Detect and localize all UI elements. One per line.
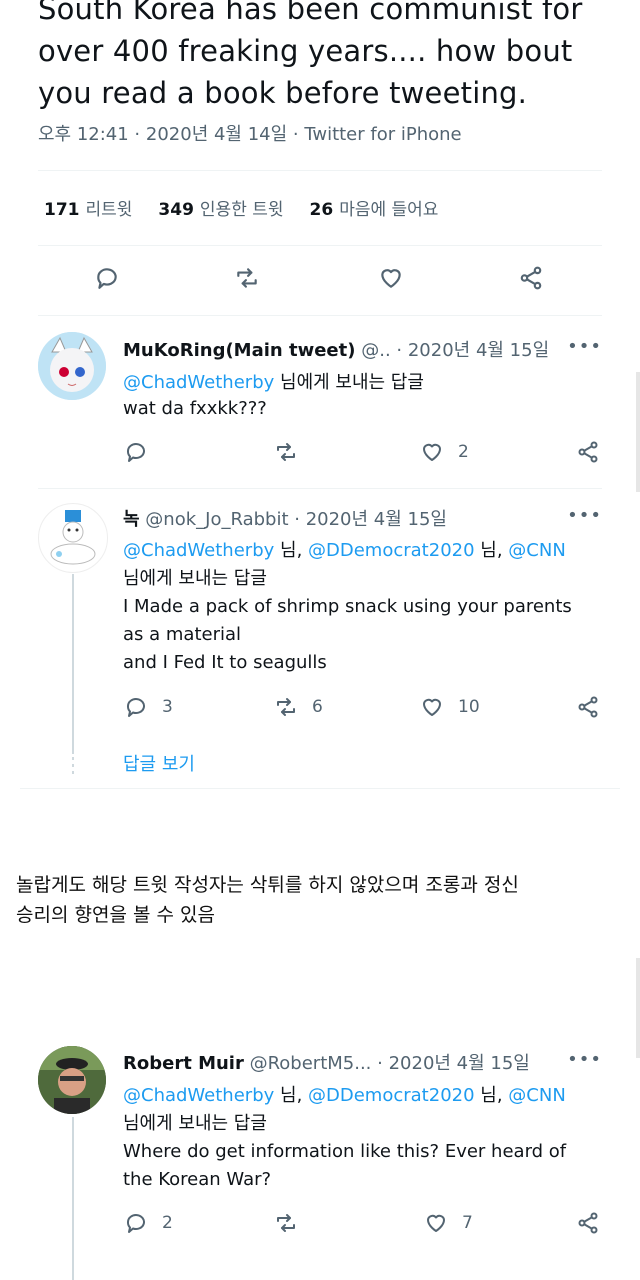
share-button[interactable] [518,265,544,291]
reply-header: MuKoRing(Main tweet) @.. · 2020년 4월 15일 [123,336,549,362]
retweet-icon [277,443,295,461]
reply-author-name[interactable]: 녹 [123,509,140,530]
retweets-stat[interactable]: 171 리트윗 [44,195,132,220]
like-icon [423,443,441,461]
main-tweet-line: over 400 freaking years.... how bout [38,34,573,68]
main-tweet-actions [94,265,594,305]
share-button[interactable] [576,440,600,464]
mention-link[interactable]: @ChadWetherby [123,372,274,393]
avatar-illustration [50,510,96,565]
like-icon [427,1214,445,1232]
retweet-button[interactable] [234,265,260,291]
divider [38,170,602,171]
reply-to-line: @ChadWetherby 님, @DDemocrat2020 님, @CNN [123,1085,566,1106]
reply-icon [126,1214,145,1233]
show-replies-link[interactable]: 답글 보기 [123,750,195,776]
thread-line [72,574,74,754]
scrollbar-segment [636,958,640,1058]
reply-author-name[interactable]: Robert Muir [123,1053,244,1074]
reply-handle[interactable]: @.. [361,340,390,361]
like-icon [423,698,441,716]
avatar[interactable] [38,1046,106,1114]
reply-body: I Made a pack of shrimp snack using your… [123,596,572,617]
reply-body: wat da fxxkk??? [123,398,267,419]
reply-header: 녹 @nok_Jo_Rabbit · 2020년 4월 15일 [123,505,447,531]
reply-actions: 2 [124,440,624,480]
like-count: 2 [458,442,469,462]
like-count: 10 [458,697,480,717]
reply-count: 3 [162,697,173,717]
reply-body: the Korean War? [123,1169,272,1190]
share-icon [578,441,598,463]
reply-body: Where do get information like this? Ever… [123,1141,567,1162]
reply-date[interactable]: · 2020년 4월 15일 [377,1053,530,1074]
main-tweet-line: South Korea has been communist for [38,0,583,26]
reply-to-suffix: 님에게 보내는 답글 [123,568,267,589]
caption-text: 놀랍게도 해당 트윗 작성자는 삭튀를 하지 않았으며 조롱과 정신 승리의 향… [16,870,626,930]
main-tweet-text: South Korea has been communist for over … [38,0,618,114]
avatar-photo [38,1046,106,1114]
reply-icon [97,268,117,289]
reply-button[interactable]: 3 [124,695,173,719]
like-button[interactable]: 10 [420,695,480,719]
caption-line: 승리의 향연을 볼 수 있음 [16,904,215,926]
main-tweet-meta: 오후 12:41 · 2020년 4월 14일 · Twitter for iP… [38,124,462,145]
divider [20,788,620,789]
more-icon[interactable]: ••• [567,505,602,526]
reply-icon [126,698,145,717]
reply-to-suffix: 님에게 보내는 답글 [123,1113,267,1134]
reply-to-line: @ChadWetherby 님에게 보내는 답글 [123,372,424,393]
share-button[interactable] [576,695,600,719]
caption-line: 놀랍게도 해당 트윗 작성자는 삭튀를 하지 않았으며 조롱과 정신 [16,874,519,896]
reply-actions: 2 7 [124,1211,624,1251]
avatar-illustration [38,332,106,400]
reply-count: 2 [162,1213,173,1233]
retweet-count: 6 [312,697,323,717]
quotes-stat[interactable]: 349 인용한 트윗 [158,195,283,220]
share-icon [578,1212,598,1234]
reply-date[interactable]: · 2020년 4월 15일 [294,509,447,530]
reply-handle[interactable]: @nok_Jo_Rabbit [145,509,288,530]
retweet-button[interactable]: 6 [274,695,323,719]
reply-to-line: @ChadWetherby 님, @DDemocrat2020 님, @CNN [123,540,566,561]
avatar[interactable] [38,503,108,573]
reply-author-name[interactable]: MuKoRing(Main tweet) [123,340,355,361]
like-button[interactable]: 7 [424,1211,473,1235]
reply-date[interactable]: · 2020년 4월 15일 [396,340,549,361]
retweet-icon [237,268,257,288]
retweet-icon [277,698,295,716]
reply-icon [126,443,145,462]
scrollbar-segment [636,372,640,492]
like-button[interactable]: 2 [420,440,469,464]
retweet-icon [277,1214,295,1232]
divider [38,245,602,246]
reply-actions: 3 6 10 [124,695,624,735]
reply-body: and I Fed It to seagulls [123,652,327,673]
share-icon [520,266,542,290]
like-count: 7 [462,1213,473,1233]
retweet-button[interactable] [274,1211,298,1235]
divider [38,315,602,316]
likes-stat[interactable]: 26 마음에 들어요 [310,195,439,220]
more-icon[interactable]: ••• [567,336,602,357]
avatar[interactable] [38,332,106,400]
reply-header: Robert Muir @RobertM5... · 2020년 4월 15일 [123,1049,530,1075]
divider [38,488,602,489]
reply-body: as a material [123,624,242,645]
retweet-button[interactable] [274,440,298,464]
thread-line [72,1117,74,1280]
thread-dotted-line [72,750,74,776]
reply-button[interactable] [94,265,120,291]
share-button[interactable] [576,1211,600,1235]
like-button[interactable] [378,265,404,291]
main-tweet-line: you read a book before tweeting. [38,76,528,110]
more-icon[interactable]: ••• [567,1049,602,1070]
reply-button[interactable] [124,440,148,464]
reply-handle[interactable]: @RobertM5... [250,1053,372,1074]
main-tweet-stats: 171 리트윗 349 인용한 트윗 26 마음에 들어요 [44,195,438,220]
share-icon [578,696,598,718]
like-icon [381,269,401,288]
reply-button[interactable]: 2 [124,1211,173,1235]
